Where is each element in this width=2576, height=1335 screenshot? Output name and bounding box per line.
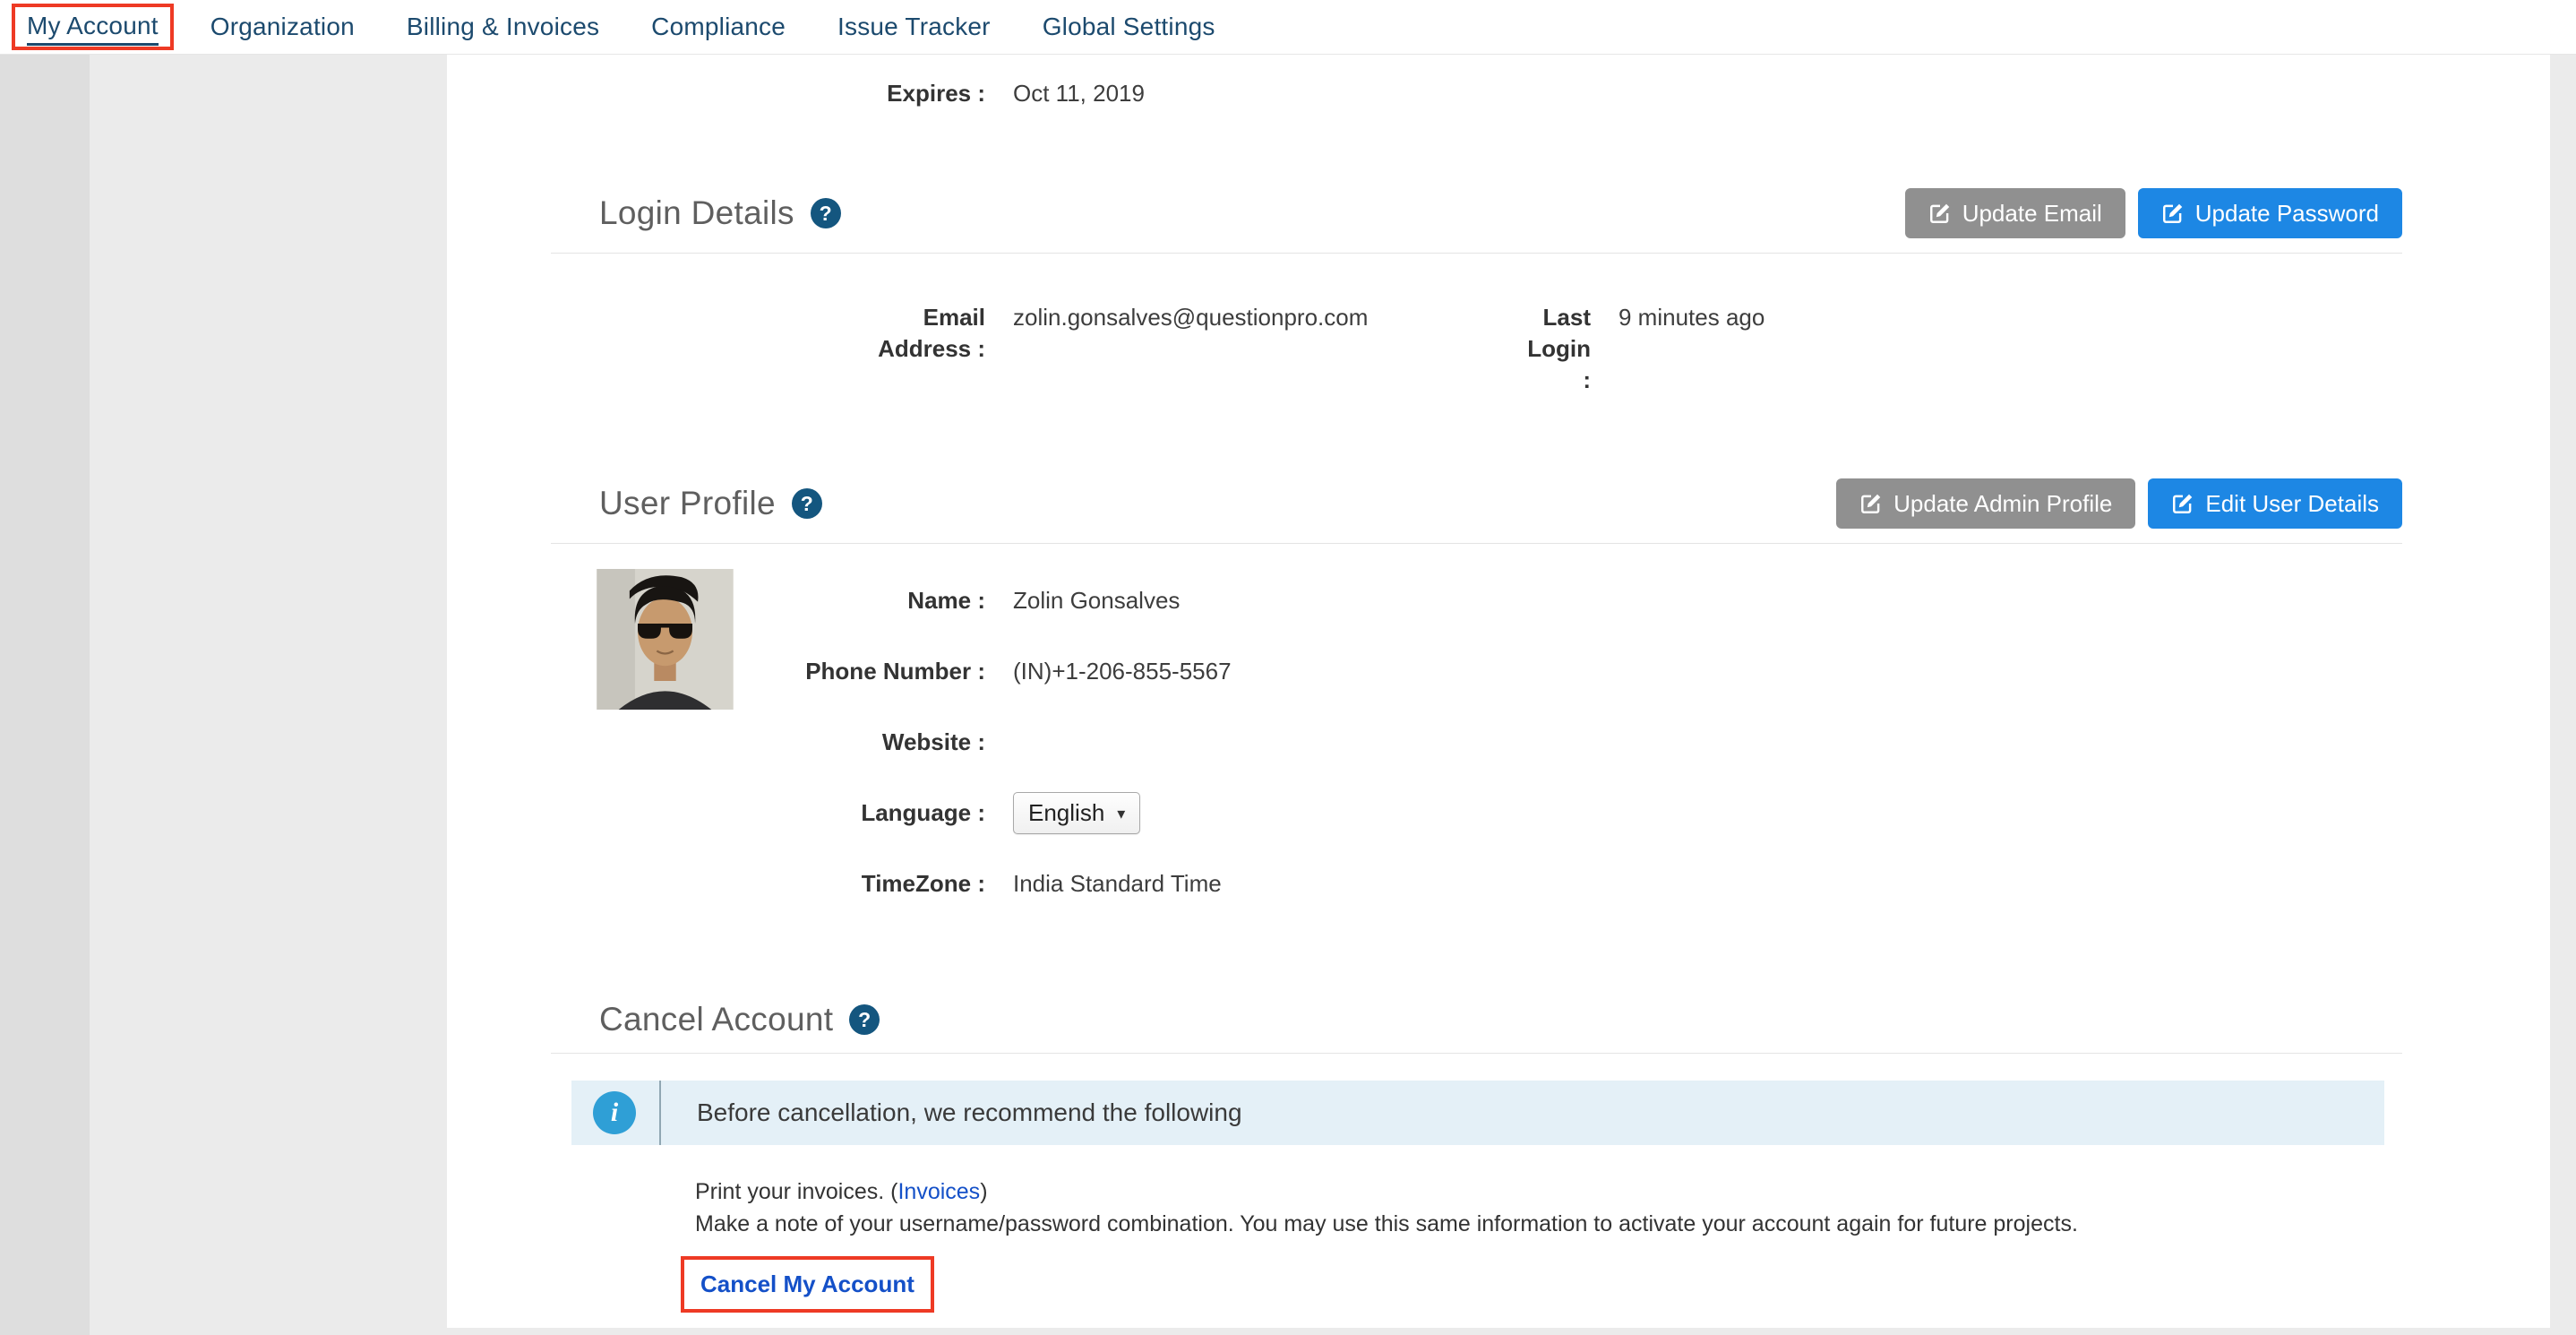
cancel-account-title: Cancel Account ? xyxy=(599,1001,880,1038)
language-label: Language : xyxy=(447,797,985,829)
top-navigation: My Account Organization Billing & Invoic… xyxy=(0,0,2576,55)
info-icon: i xyxy=(593,1091,636,1134)
cancellation-notes: Print your invoices. (Invoices) Make a n… xyxy=(695,1176,2550,1240)
edit-user-details-button[interactable]: Edit User Details xyxy=(2148,478,2402,529)
page-gutter xyxy=(0,55,90,1335)
nav-tab-issue-tracker[interactable]: Issue Tracker xyxy=(837,13,991,41)
name-value: Zolin Gonsalves xyxy=(1013,585,1180,616)
timezone-label: TimeZone : xyxy=(447,868,985,900)
nav-tab-compliance[interactable]: Compliance xyxy=(651,13,786,41)
license-expires-row: Expires : Oct 11, 2019 xyxy=(447,55,2550,109)
note-credentials: Make a note of your username/password co… xyxy=(695,1208,2550,1240)
edit-icon xyxy=(1928,202,1952,225)
edit-icon xyxy=(2171,492,2194,515)
user-profile-header: User Profile ? Update Admin Profile Edit… xyxy=(551,478,2402,544)
help-icon[interactable]: ? xyxy=(811,198,841,228)
phone-number-value: (IN)+1-206-855-5567 xyxy=(1013,656,1232,687)
nav-tab-my-account[interactable]: My Account xyxy=(27,12,159,46)
last-login-label: Last Login : xyxy=(1515,302,1591,396)
login-details-actions: Update Email Update Password xyxy=(1905,188,2402,238)
last-login-value: 9 minutes ago xyxy=(1619,302,1765,333)
update-email-button[interactable]: Update Email xyxy=(1905,188,2125,238)
language-select[interactable]: English ▾ xyxy=(1013,792,1140,834)
highlight-box-cancel-account: Cancel My Account xyxy=(681,1256,934,1313)
edit-icon xyxy=(1859,492,1883,515)
user-profile-actions: Update Admin Profile Edit User Details xyxy=(1836,478,2402,529)
login-details-row: Email Address : zolin.gonsalves@question… xyxy=(447,302,2550,396)
cancel-my-account-link[interactable]: Cancel My Account xyxy=(700,1270,914,1297)
profile-row-language: Language : English ▾ xyxy=(447,797,2550,837)
update-password-button[interactable]: Update Password xyxy=(2138,188,2402,238)
language-field: English ▾ xyxy=(1013,797,1140,834)
banner-title: Before cancellation, we recommend the fo… xyxy=(697,1098,1242,1127)
nav-tab-global-settings[interactable]: Global Settings xyxy=(1043,13,1215,41)
profile-row-website: Website : xyxy=(447,727,2550,766)
update-admin-profile-button[interactable]: Update Admin Profile xyxy=(1836,478,2135,529)
cancellation-info-banner: i Before cancellation, we recommend the … xyxy=(571,1081,2384,1145)
login-details-title: Login Details ? xyxy=(599,194,841,232)
cancel-account-header: Cancel Account ? xyxy=(551,1001,2402,1054)
email-address-label: Email Address : xyxy=(447,302,985,365)
invoices-link[interactable]: Invoices xyxy=(897,1179,980,1204)
account-content-card: Expires : Oct 11, 2019 Login Details ? U… xyxy=(447,55,2550,1328)
website-label: Website : xyxy=(447,727,985,758)
help-icon[interactable]: ? xyxy=(849,1004,880,1035)
highlight-box-my-account: My Account xyxy=(12,4,174,50)
banner-divider xyxy=(659,1081,661,1145)
user-profile-title: User Profile ? xyxy=(599,485,822,522)
email-address-value: zolin.gonsalves@questionpro.com xyxy=(1013,302,1515,333)
timezone-value: India Standard Time xyxy=(1013,868,1222,900)
help-icon[interactable]: ? xyxy=(792,488,822,519)
edit-icon xyxy=(2161,202,2185,225)
chevron-down-icon: ▾ xyxy=(1117,803,1125,824)
nav-tab-billing-invoices[interactable]: Billing & Invoices xyxy=(407,13,599,41)
language-select-value: English xyxy=(1028,797,1104,829)
profile-row-timezone: TimeZone : India Standard Time xyxy=(447,868,2550,908)
expires-label: Expires : xyxy=(447,78,985,109)
user-profile-rows: Name : Zolin Gonsalves Phone Number : (I… xyxy=(447,585,2550,908)
profile-row-phone: Phone Number : (IN)+1-206-855-5567 xyxy=(447,656,2550,695)
login-details-header: Login Details ? Update Email Update Pass… xyxy=(551,188,2402,254)
profile-photo xyxy=(597,569,734,710)
profile-row-name: Name : Zolin Gonsalves xyxy=(447,585,2550,624)
nav-tab-organization[interactable]: Organization xyxy=(210,13,355,41)
note-invoices: Print your invoices. (Invoices) xyxy=(695,1176,2550,1208)
expires-value: Oct 11, 2019 xyxy=(1013,78,1145,109)
